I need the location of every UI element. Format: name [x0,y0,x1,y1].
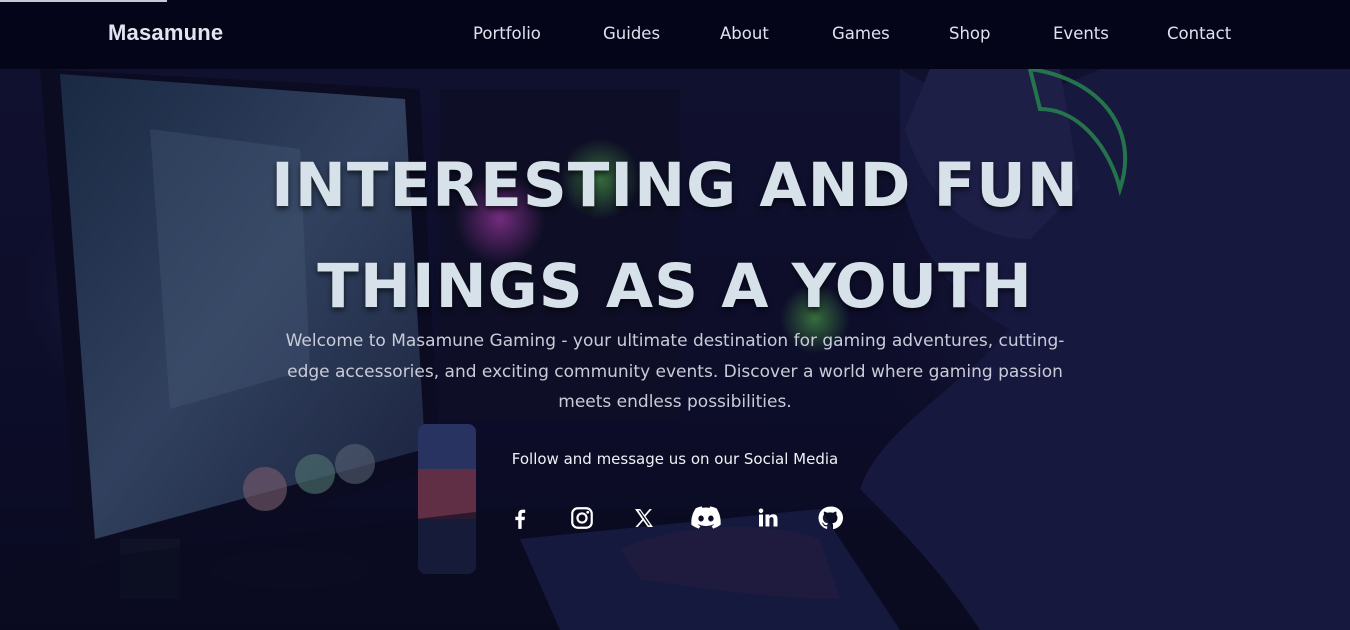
nav-link-guides[interactable]: Guides [603,24,660,43]
nav-link-portfolio[interactable]: Portfolio [473,24,541,43]
navbar: Masamune Portfolio Guides About Games Sh… [0,0,1350,69]
hero-intro-text: Welcome to Masamune Gaming - your ultima… [285,331,1065,412]
github-icon[interactable] [815,503,845,533]
x-icon[interactable] [629,503,659,533]
nav-link-shop[interactable]: Shop [949,24,991,43]
nav-link-about[interactable]: About [720,24,769,43]
facebook-icon[interactable] [505,503,535,533]
scroll-progress-bar [0,0,167,2]
linkedin-icon[interactable] [753,503,783,533]
discord-icon[interactable] [691,503,721,533]
follow-social-text: Follow and message us on our Social Medi… [511,450,839,468]
nav-link-events[interactable]: Events [1053,24,1109,43]
hero-headline-line-2: THINGS AS A YOUTH [317,250,1033,322]
hero-section: INTERESTING AND FUN THINGS AS A YOUTH We… [0,69,1350,630]
nav-link-contact[interactable]: Contact [1167,24,1231,43]
page: Masamune Portfolio Guides About Games Sh… [0,0,1350,630]
brand-logo[interactable]: Masamune [108,20,223,46]
nav-link-games[interactable]: Games [832,24,890,43]
hero-headline-line-1: INTERESTING AND FUN [271,149,1079,221]
instagram-icon[interactable] [567,503,597,533]
